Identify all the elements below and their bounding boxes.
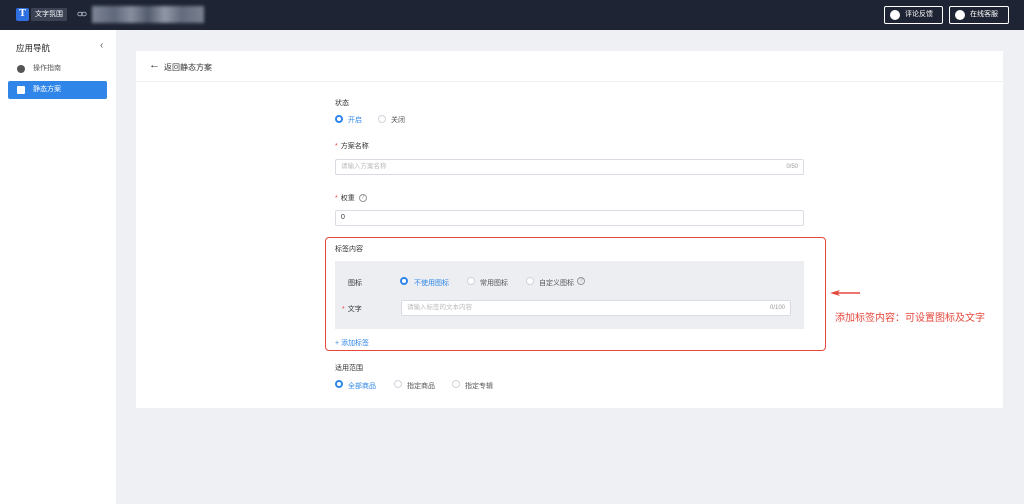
collapse-sidebar-icon[interactable]: ‹: [100, 40, 103, 51]
compass-icon: [17, 65, 25, 73]
service-label: 在线客服: [970, 11, 998, 18]
icon-common-label[interactable]: 常用图标: [480, 278, 508, 288]
scope-label: 适用范围: [335, 365, 363, 372]
sidebar: 应用导航 ‹ 操作指南 静态方案: [0, 30, 116, 504]
annotation-arrow-icon: [830, 290, 860, 296]
sidebar-title: 应用导航: [16, 43, 51, 53]
scope-albums-radio[interactable]: [452, 380, 460, 388]
plan-name-input[interactable]: 请输入方案名称 0/50: [335, 159, 804, 175]
help-icon[interactable]: ?: [358, 194, 367, 203]
back-arrow-icon[interactable]: ←: [149, 60, 160, 71]
document-icon: [17, 86, 25, 94]
scope-albums-label[interactable]: 指定专辑: [465, 381, 493, 391]
plan-name-placeholder: 请输入方案名称: [341, 163, 387, 170]
app-logo-icon: T: [16, 8, 29, 21]
icon-none-radio[interactable]: [400, 277, 408, 285]
help-icon[interactable]: ?: [577, 277, 585, 285]
sidebar-item-label: 静态方案: [33, 86, 61, 93]
feedback-button[interactable]: 评论反馈: [884, 6, 943, 24]
icon-custom-radio[interactable]: [526, 277, 534, 285]
scope-all-label[interactable]: 全部商品: [348, 381, 376, 391]
sidebar-item-label: 操作指南: [33, 65, 61, 72]
tag-text-placeholder: 请输入标签的文本内容: [407, 304, 472, 311]
icon-none-label[interactable]: 不使用图标: [414, 278, 449, 288]
tag-content-label: 标签内容: [335, 246, 363, 253]
main-card: ← 返回静态方案 状态 开启 关闭 * 方案名称 请输入方案名称 0/50 * 权重…: [136, 51, 1003, 408]
scope-products-label[interactable]: 指定商品: [407, 381, 435, 391]
icon-custom-label[interactable]: 自定义图标: [539, 278, 574, 288]
icon-label: 图标: [348, 280, 362, 287]
feedback-label: 评论反馈: [905, 11, 933, 18]
status-on-radio[interactable]: [335, 115, 343, 123]
status-on-label[interactable]: 开启: [348, 115, 362, 125]
weight-value: 0: [341, 214, 345, 221]
status-off-label[interactable]: 关闭: [391, 115, 405, 125]
card-header: ← 返回静态方案: [136, 51, 1003, 82]
scope-products-radio[interactable]: [394, 380, 402, 388]
link-icon[interactable]: [77, 9, 87, 19]
status-label: 状态: [335, 100, 349, 107]
sidebar-item-static-plan[interactable]: 静态方案: [8, 81, 107, 99]
sidebar-item-guide[interactable]: 操作指南: [8, 60, 107, 78]
tag-item-panel: [335, 261, 804, 329]
add-tag-button[interactable]: + 添加标签: [335, 338, 369, 348]
blurred-store-name: [92, 6, 204, 23]
app-name: 文字氛围: [31, 8, 67, 21]
tag-text-input[interactable]: 请输入标签的文本内容 0/100: [401, 300, 791, 316]
weight-input[interactable]: 0: [335, 210, 804, 226]
online-service-button[interactable]: 在线客服: [949, 6, 1009, 24]
icon-common-radio[interactable]: [467, 277, 475, 285]
status-off-radio[interactable]: [378, 115, 386, 123]
top-bar: T 文字氛围 评论反馈 在线客服: [0, 0, 1024, 30]
text-label: * 文字: [342, 306, 362, 313]
annotation-text: 添加标签内容：可设置图标及文字: [835, 313, 985, 324]
weight-label: * 权重?: [335, 193, 367, 203]
back-link[interactable]: 返回静态方案: [164, 62, 212, 73]
comment-icon: [890, 10, 900, 20]
plan-name-count: 0/50: [786, 164, 798, 170]
headset-icon: [955, 10, 965, 20]
tag-text-count: 0/100: [769, 305, 785, 311]
plan-name-label: * 方案名称: [335, 143, 369, 150]
scope-all-radio[interactable]: [335, 380, 343, 388]
add-tag-label: 添加标签: [341, 340, 370, 347]
